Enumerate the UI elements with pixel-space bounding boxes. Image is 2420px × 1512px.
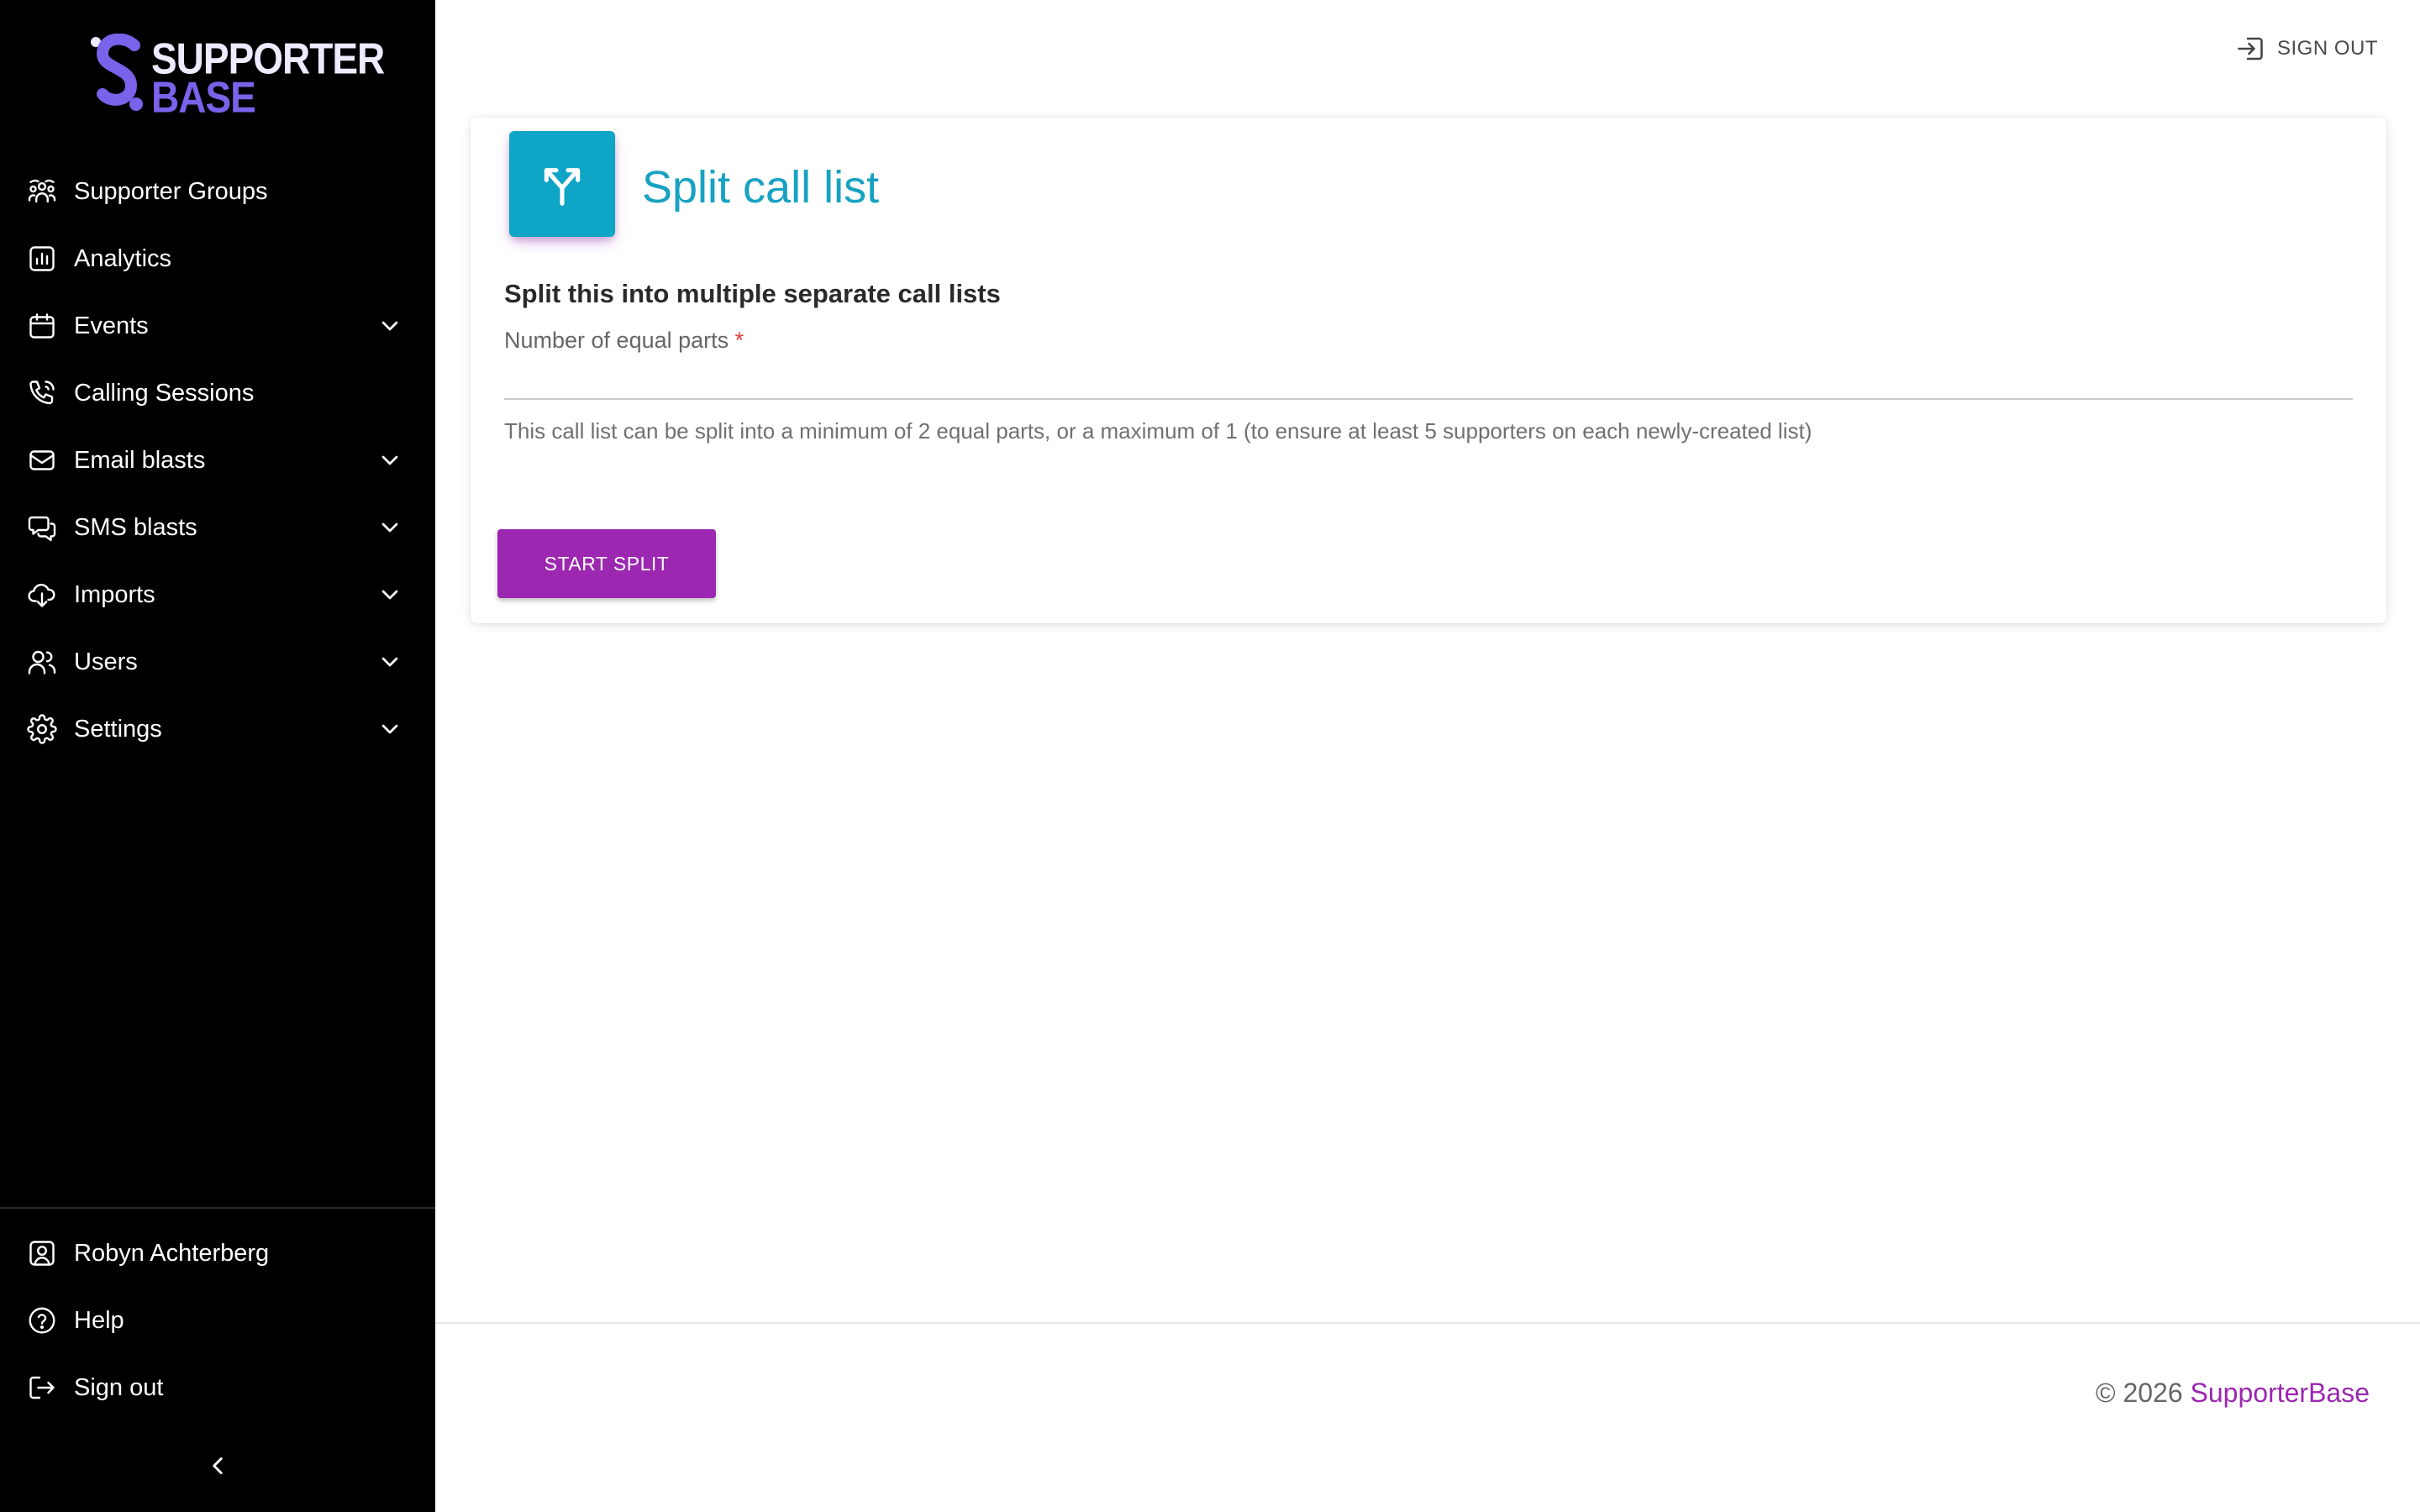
gear-icon: [27, 714, 57, 744]
start-split-button[interactable]: START SPLIT: [497, 529, 716, 598]
sidebar: SUPPORTER BASE Supporter Groups Analytic…: [0, 0, 435, 1512]
sidebar-item-events[interactable]: Events: [0, 292, 435, 360]
sidebar-item-settings[interactable]: Settings: [0, 696, 435, 763]
bar-chart-icon: [27, 244, 57, 274]
sidebar-item-label: Email blasts: [74, 446, 206, 474]
sidebar-item-email-blasts[interactable]: Email blasts: [0, 427, 435, 494]
sign-out-icon: [2238, 37, 2263, 60]
sidebar-item-label: Users: [74, 648, 138, 675]
help-circle-icon: [27, 1305, 57, 1336]
chevron-down-icon[interactable]: [376, 581, 403, 608]
sidebar-item-help[interactable]: Help: [0, 1287, 435, 1354]
sidebar-item-label: Help: [74, 1306, 124, 1334]
section-title: Split this into multiple separate call l…: [504, 279, 1001, 308]
sidebar-item-users[interactable]: Users: [0, 628, 435, 696]
copyright-text: © 2026: [2095, 1378, 2183, 1408]
number-of-parts-input[interactable]: [504, 353, 2353, 400]
people-group-icon: [27, 176, 57, 207]
sidebar-item-label: Imports: [74, 580, 155, 608]
chevron-down-icon[interactable]: [376, 648, 403, 675]
sidebar-item-profile[interactable]: Robyn Achterberg: [0, 1220, 435, 1287]
supporterbase-link[interactable]: SupporterBase: [2191, 1378, 2370, 1408]
chevron-down-icon[interactable]: [376, 716, 403, 743]
chevron-down-icon[interactable]: [376, 514, 403, 541]
chevron-left-icon: [213, 1457, 223, 1474]
page-title: Split call list: [642, 162, 880, 213]
sidebar-item-sms-blasts[interactable]: SMS blasts: [0, 494, 435, 561]
sidebar-item-label: Supporter Groups: [74, 177, 268, 205]
phone-icon: [27, 378, 57, 408]
parts-field-label: Number of equal parts *: [504, 328, 744, 354]
sidebar-item-sign-out[interactable]: Sign out: [0, 1354, 435, 1421]
logo-s-mark-icon: [91, 34, 143, 111]
sign-out-button[interactable]: SIGN OUT: [2235, 32, 2378, 66]
sidebar-item-label: Events: [74, 312, 149, 339]
footer: © 2026 SupporterBase: [2096, 1378, 2370, 1409]
required-asterisk: *: [734, 328, 744, 353]
sidebar-item-label: Robyn Achterberg: [74, 1239, 270, 1267]
card-header-icon: [509, 131, 615, 237]
calendar-icon: [27, 311, 57, 341]
envelope-icon: [27, 445, 57, 475]
user-badge-icon: [27, 1238, 57, 1268]
sidebar-item-calling-sessions[interactable]: Calling Sessions: [0, 360, 435, 427]
chevron-down-icon[interactable]: [376, 447, 403, 474]
helper-text: This call list can be split into a minim…: [504, 418, 1812, 444]
sidebar-item-label: Sign out: [74, 1373, 164, 1401]
footer-divider: [435, 1322, 2420, 1324]
parts-field-label-text: Number of equal parts: [504, 328, 729, 353]
collapse-sidebar-button[interactable]: [203, 1452, 232, 1480]
sidebar-item-label: Calling Sessions: [74, 379, 255, 407]
users-icon: [27, 647, 57, 677]
sidebar-item-analytics[interactable]: Analytics: [0, 225, 435, 292]
sidebar-item-label: Analytics: [74, 244, 172, 272]
logout-icon: [27, 1373, 57, 1403]
chevron-down-icon[interactable]: [376, 312, 403, 339]
sign-out-label: SIGN OUT: [2277, 37, 2379, 60]
sidebar-item-label: Settings: [74, 715, 162, 743]
sidebar-item-supporter-groups[interactable]: Supporter Groups: [0, 158, 435, 225]
cloud-download-icon: [27, 580, 57, 610]
sidebar-divider: [0, 1207, 435, 1209]
supporterbase-logo[interactable]: SUPPORTER BASE: [87, 34, 385, 119]
sidebar-item-imports[interactable]: Imports: [0, 561, 435, 628]
chat-bubbles-icon: [27, 512, 57, 543]
split-call-list-card: Split call list Split this into multiple…: [471, 118, 2386, 623]
logo-line-2: BASE: [151, 72, 256, 122]
sidebar-item-label: SMS blasts: [74, 513, 197, 541]
split-arrows-icon: [544, 168, 581, 206]
